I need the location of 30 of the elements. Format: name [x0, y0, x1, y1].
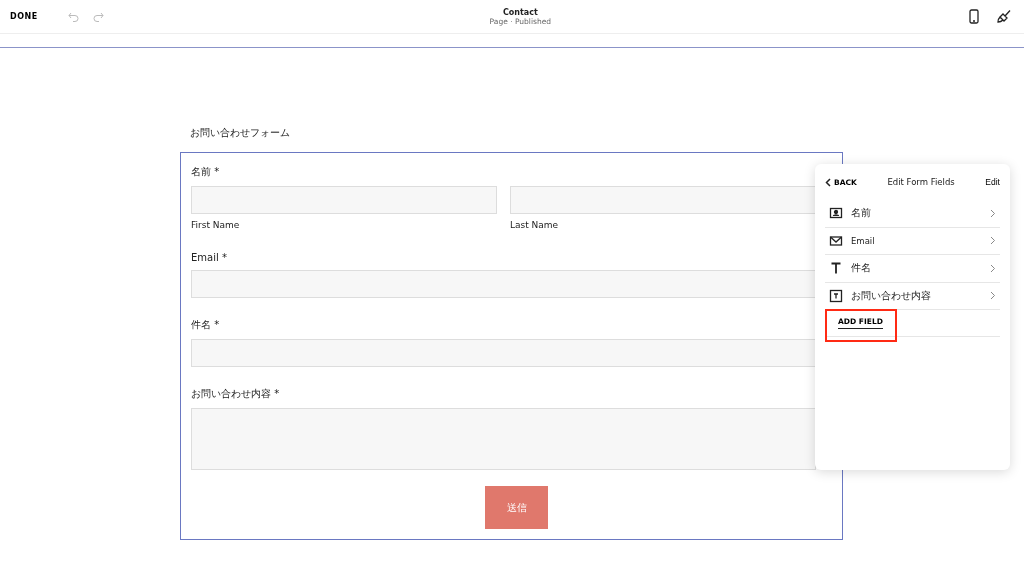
envelope-icon	[829, 233, 843, 248]
field-label: 名前 *	[191, 165, 221, 179]
field-label: 件名 *	[191, 318, 221, 332]
form-field-item[interactable]: お問い合わせ内容	[825, 282, 1000, 310]
field-label: お問い合わせ内容 *	[191, 387, 281, 401]
field-label: Email *	[191, 252, 228, 263]
text-icon	[829, 261, 843, 276]
message-field[interactable]	[191, 408, 816, 470]
page-title: Contact	[502, 7, 538, 17]
first-name-field[interactable]	[191, 186, 497, 214]
form-field-item[interactable]: 名前	[825, 200, 1000, 228]
form-heading: お問い合わせフォーム	[190, 126, 291, 140]
chevron-right-icon	[990, 208, 996, 218]
field-caption: Last Name	[510, 220, 560, 230]
done-button[interactable]: DONE	[10, 12, 38, 21]
form-field-item[interactable]: 件名	[825, 255, 1000, 283]
input-field[interactable]	[191, 270, 816, 298]
contact-card-icon	[829, 206, 843, 221]
chevron-right-icon	[990, 291, 996, 301]
mobile-phone-icon[interactable]	[967, 7, 981, 26]
panel-title: Edit Form Fields	[887, 177, 955, 187]
chevron-right-icon	[990, 263, 996, 273]
last-name-field[interactable]	[510, 186, 816, 214]
input-field[interactable]	[191, 339, 816, 367]
field-caption: First Name	[191, 220, 241, 230]
text-box-icon	[829, 288, 843, 303]
chevron-left-icon	[825, 177, 831, 187]
form-field-item[interactable]: Email	[825, 227, 1000, 255]
chevron-right-icon	[990, 236, 996, 246]
edit-button[interactable]: Edit	[985, 177, 1000, 187]
